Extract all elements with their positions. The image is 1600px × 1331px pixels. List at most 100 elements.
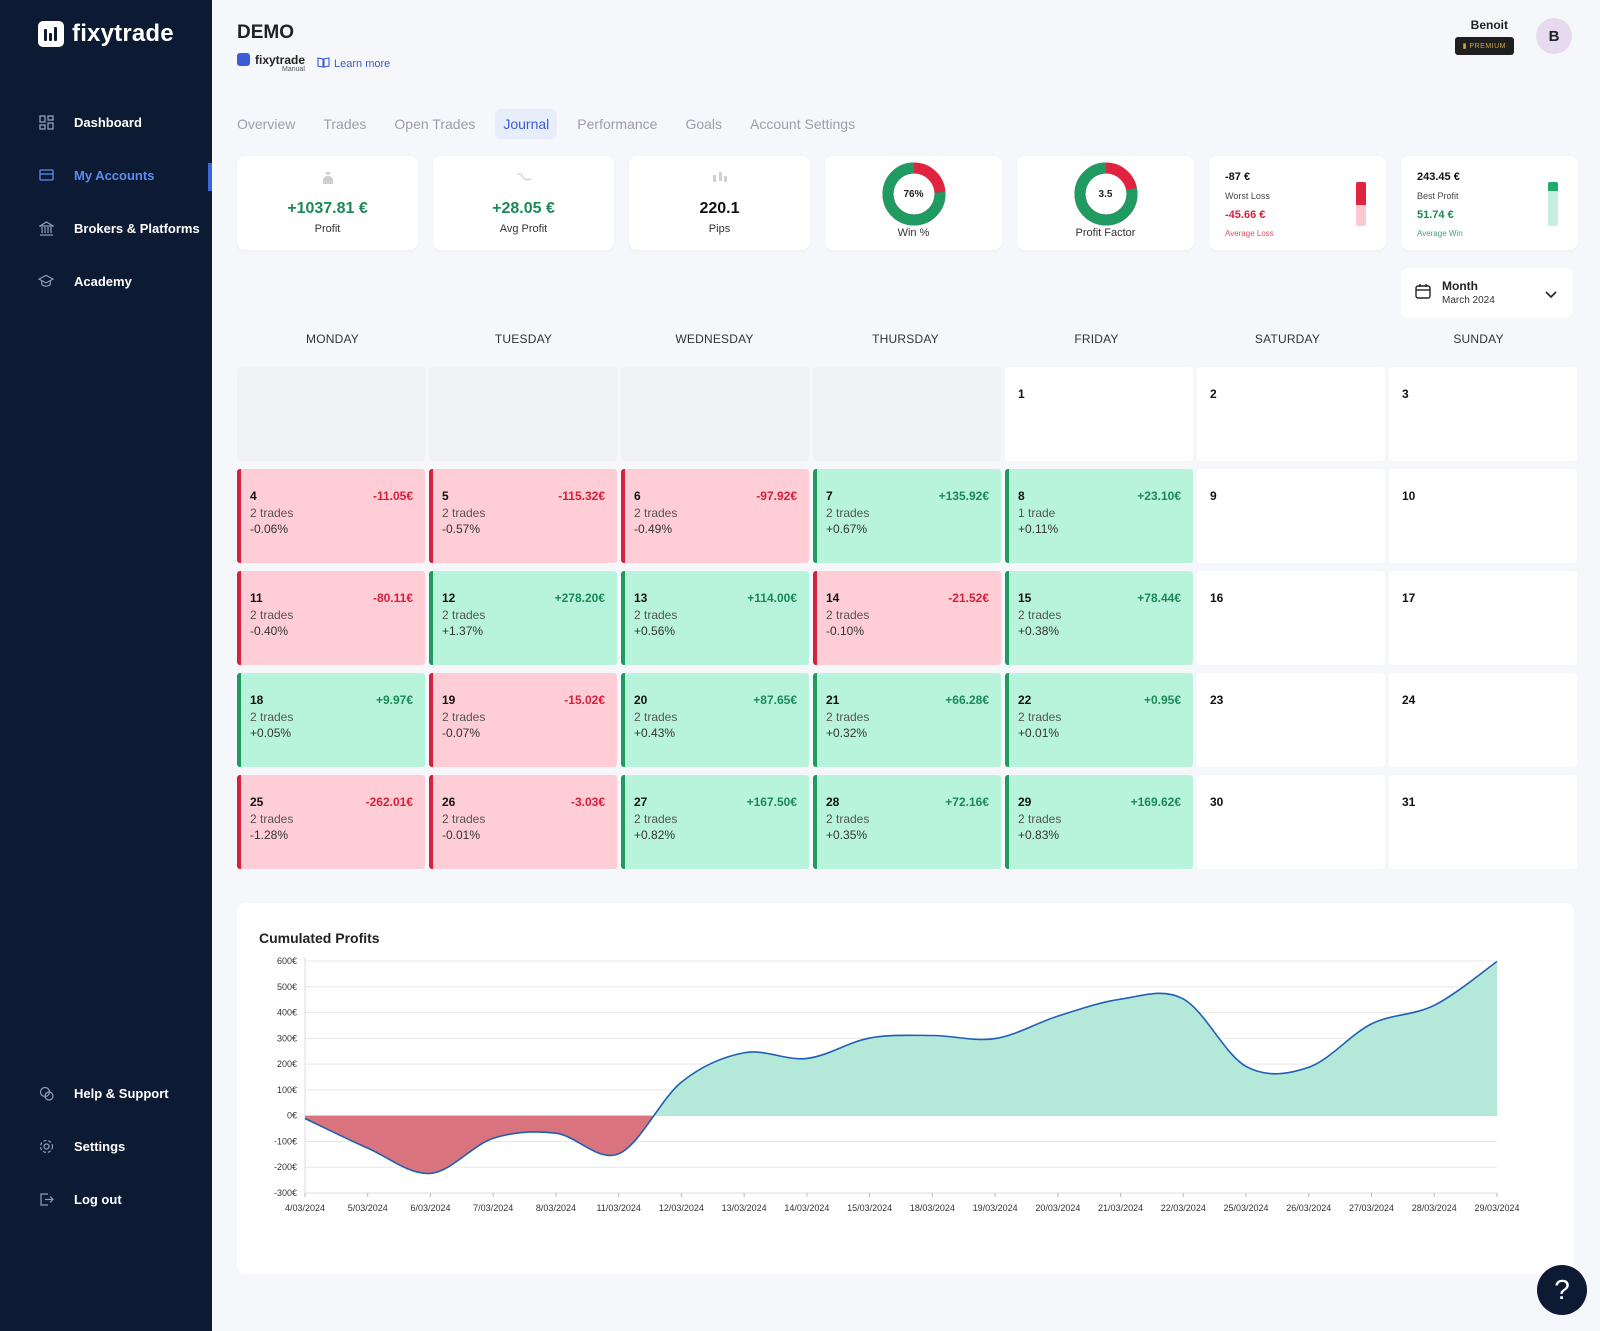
x-tick-label: 18/03/2024 (910, 1203, 955, 1213)
avatar[interactable]: B (1536, 18, 1572, 54)
day-pnl: -11.05€ (372, 489, 413, 503)
sidebar-item-label: My Accounts (74, 167, 155, 183)
weekday-label: SATURDAY (1254, 332, 1321, 346)
calendar-day[interactable]: 6 -97.92€ 2 trades -0.49% (621, 469, 809, 563)
day-trade-count: 2 trades (826, 812, 870, 826)
x-tick-label: 5/03/2024 (348, 1203, 388, 1213)
calendar-day[interactable]: 1 (1005, 367, 1193, 461)
money-bag-icon (237, 170, 418, 191)
x-tick-label: 25/03/2024 (1224, 1203, 1269, 1213)
sidebar-item-help[interactable]: Help & Support (38, 1085, 169, 1101)
calendar-day[interactable]: 31 (1389, 775, 1577, 869)
day-number: 30 (1210, 795, 1224, 809)
calendar-day[interactable]: 29 +169.62€ 2 trades +0.83% (1005, 775, 1193, 869)
weekday-header: MONDAY TUESDAY WEDNESDAY THURSDAY FRIDAY SATU… (237, 332, 1574, 346)
y-tick-label: 100€ (277, 1085, 297, 1095)
calendar-day[interactable]: 28 +72.16€ 2 trades +0.35% (813, 775, 1001, 869)
tab-overview[interactable]: Overview (237, 109, 303, 139)
y-tick-label: 500€ (277, 982, 297, 992)
day-number: 12 (442, 591, 456, 605)
calendar-day[interactable]: 15 +78.44€ 2 trades +0.38% (1005, 571, 1193, 665)
calendar-day[interactable]: 14 -21.52€ 2 trades -0.10% (813, 571, 1001, 665)
calendar-day[interactable]: 25 -262.01€ 2 trades -1.28% (237, 775, 425, 869)
day-number: 11 (250, 591, 263, 605)
day-trade-count: 2 trades (1018, 812, 1062, 826)
calendar-day[interactable]: 10 (1389, 469, 1577, 563)
calendar-day[interactable]: 3 (1389, 367, 1577, 461)
calendar-day[interactable]: 5 -115.32€ 2 trades -0.57% (429, 469, 617, 563)
day-number: 29 (1018, 795, 1032, 809)
calendar-day[interactable]: 8 +23.10€ 1 trade +0.11% (1005, 469, 1193, 563)
y-tick-label: -100€ (274, 1136, 297, 1146)
y-tick-label: 0€ (287, 1111, 297, 1121)
calendar-empty-cell (429, 367, 617, 461)
day-pnl: -15.02€ (564, 693, 605, 707)
win-rate-donut: 76% (882, 162, 946, 226)
day-pnl: +114.00€ (747, 591, 797, 605)
premium-badge-label: PREMIUM (1469, 43, 1506, 50)
calendar-day[interactable]: 24 (1389, 673, 1577, 767)
tab-open-trades[interactable]: Open Trades (386, 109, 483, 139)
tab-goals[interactable]: Goals (677, 109, 730, 139)
calendar-day[interactable]: 19 -15.02€ 2 trades -0.07% (429, 673, 617, 767)
x-tick-label: 20/03/2024 (1035, 1203, 1080, 1213)
calendar-day[interactable]: 2 (1197, 367, 1385, 461)
month-picker-value: March 2024 (1442, 295, 1495, 306)
calendar-day[interactable]: 17 (1389, 571, 1577, 665)
brand-logo[interactable]: fixytrade (38, 20, 174, 48)
day-number: 9 (1210, 489, 1217, 503)
sidebar-item-label: Academy (74, 273, 132, 289)
day-number: 6 (634, 489, 641, 503)
calendar-day[interactable]: 26 -3.03€ 2 trades -0.01% (429, 775, 617, 869)
calendar-day[interactable]: 18 +9.97€ 2 trades +0.05% (237, 673, 425, 767)
calendar-day[interactable]: 9 (1197, 469, 1385, 563)
x-tick-label: 27/03/2024 (1349, 1203, 1394, 1213)
month-picker[interactable]: Month March 2024 (1401, 268, 1573, 318)
calendar-day[interactable]: 27 +167.50€ 2 trades +0.82% (621, 775, 809, 869)
learn-more-link[interactable]: Learn more (317, 57, 390, 71)
sidebar-item-settings[interactable]: Settings (38, 1138, 125, 1154)
page-title: DEMO (237, 22, 294, 43)
sidebar-item-my-accounts[interactable]: My Accounts (38, 167, 154, 183)
x-tick-label: 29/03/2024 (1474, 1203, 1519, 1213)
day-pnl: -80.11€ (372, 591, 413, 605)
day-number: 17 (1402, 591, 1416, 605)
calendar-day[interactable]: 20 +87.65€ 2 trades +0.43% (621, 673, 809, 767)
day-trade-count: 2 trades (442, 812, 486, 826)
month-picker-label: Month (1442, 279, 1478, 293)
day-number: 25 (250, 795, 264, 809)
pips-label: Pips (708, 223, 731, 235)
sidebar-item-brokers[interactable]: Brokers & Platforms (38, 220, 200, 236)
day-pnl: +0.95€ (1143, 693, 1181, 707)
calendar-day[interactable]: 30 (1197, 775, 1385, 869)
calendar-day[interactable]: 4 -11.05€ 2 trades -0.06% (237, 469, 425, 563)
calendar-day[interactable]: 11 -80.11€ 2 trades -0.40% (237, 571, 425, 665)
calendar-day[interactable]: 23 (1197, 673, 1385, 767)
day-pnl: -262.01€ (365, 795, 413, 809)
sidebar-item-logout[interactable]: Log out (38, 1191, 122, 1207)
day-percent: +0.05% (250, 726, 292, 740)
x-tick-label: 19/03/2024 (973, 1203, 1018, 1213)
profit-factor-card: 3.5 Profit Factor (1017, 156, 1194, 250)
day-number: 2 (1210, 387, 1217, 401)
x-tick-label: 12/03/2024 (659, 1203, 704, 1213)
tab-account-settings[interactable]: Account Settings (742, 109, 863, 139)
sidebar-item-academy[interactable]: Academy (38, 273, 132, 289)
sidebar-item-dashboard[interactable]: Dashboard (38, 114, 142, 130)
best-profit-value: 243.45 € (1417, 171, 1460, 183)
calendar-day[interactable]: 12 +278.20€ 2 trades +1.37% (429, 571, 617, 665)
help-button[interactable]: ? (1537, 1265, 1587, 1315)
win-ratio-bar (1548, 182, 1558, 226)
day-number: 24 (1402, 693, 1416, 707)
calendar-day[interactable]: 21 +66.28€ 2 trades +0.32% (813, 673, 1001, 767)
calendar-day[interactable]: 13 +114.00€ 2 trades +0.56% (621, 571, 809, 665)
tab-trades[interactable]: Trades (315, 109, 374, 139)
tab-journal[interactable]: Journal (495, 109, 558, 139)
day-percent: -0.40% (250, 624, 289, 638)
calendar-day[interactable]: 22 +0.95€ 2 trades +0.01% (1005, 673, 1193, 767)
calendar-day[interactable]: 16 (1197, 571, 1385, 665)
day-number: 1 (1018, 387, 1025, 401)
tab-performance[interactable]: Performance (569, 109, 665, 139)
calendar-day[interactable]: 7 +135.92€ 2 trades +0.67% (813, 469, 1001, 563)
day-percent: +0.01% (1018, 726, 1060, 740)
